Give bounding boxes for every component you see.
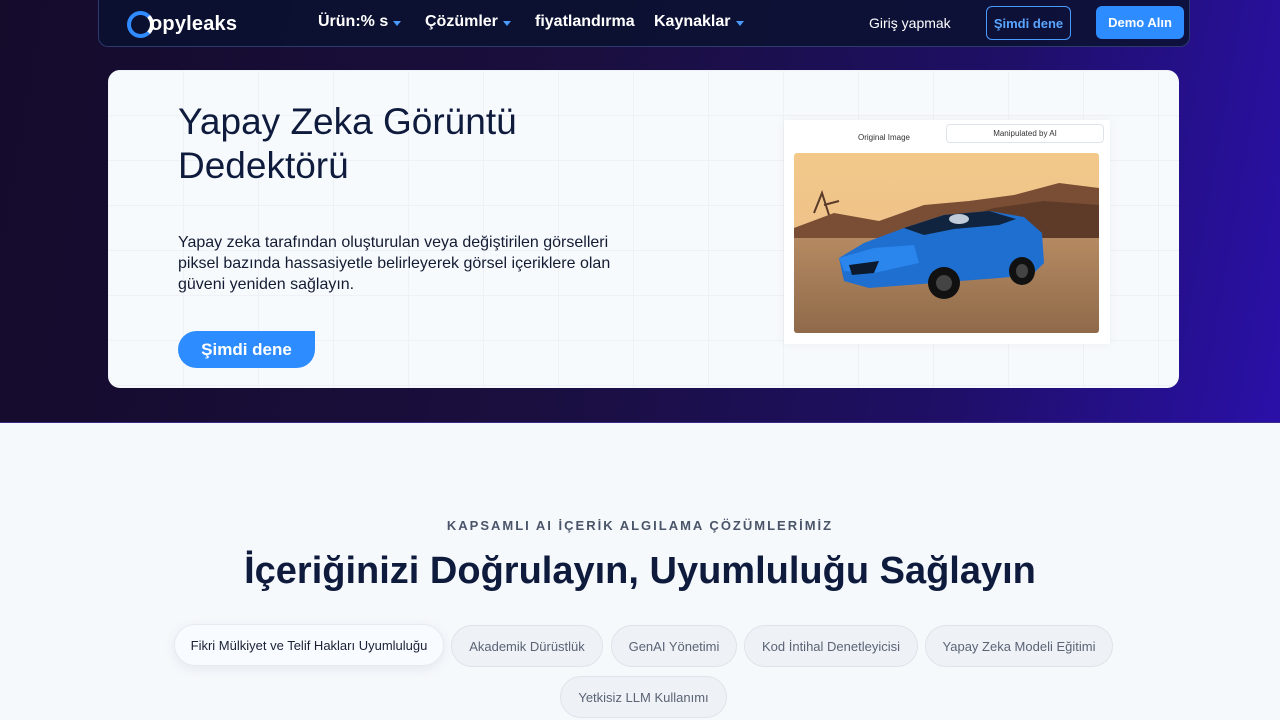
nav-item-pricing[interactable]: fiyatlandırma [535,13,635,31]
solution-pill-ai-model-training[interactable]: Yapay Zeka Modeli Eğitimi [925,625,1113,667]
section-headline: İçeriğinizi Doğrulayın, Uyumluluğu Sağla… [0,550,1280,593]
nav-item-products[interactable]: Ürün:% s [318,13,402,31]
logo-c-icon [127,10,154,38]
tab-manipulated-by-ai[interactable]: Manipulated by AI [946,124,1104,143]
car-photo [794,153,1099,333]
hero-title: Yapay Zeka Görüntü Dedektörü [178,101,517,186]
image-comparison-preview: Original Image Manipulated by AI [784,120,1110,344]
solution-pill-code-plagiarism[interactable]: Kod İntihal Denetleyicisi [744,625,918,667]
nav-item-label: Kaynaklar [654,13,731,30]
hero-description: Yapay zeka tarafından oluşturulan veya d… [178,234,611,293]
top-navbar: opyleaks Ürün:% s Çözümler fiyatlandırma… [98,0,1190,47]
nav-item-solutions[interactable]: Çözümler [425,13,511,31]
logo-text: opyleaks [150,12,238,35]
hero-try-now-button[interactable]: Şimdi dene [178,331,315,368]
chevron-down-icon [502,20,511,26]
nav-item-resources[interactable]: Kaynaklar [654,13,744,31]
nav-item-label: Ürün:% s [318,13,389,30]
car-image-illustration [794,153,1099,333]
try-now-button[interactable]: Şimdi dene [986,6,1071,40]
chevron-down-icon [735,20,744,26]
section-eyebrow: KAPSAMLI AI İÇERİK ALGILAMA ÇÖZÜMLERİMİZ [446,518,834,533]
get-demo-button[interactable]: Demo Alın [1096,6,1184,39]
solution-pill-academic-integrity[interactable]: Akademik Dürüstlük [451,625,603,667]
copyleaks-logo[interactable]: opyleaks [127,9,237,39]
tab-original-image[interactable]: Original Image [809,128,959,147]
solution-pill-genai-governance[interactable]: GenAI Yönetimi [611,625,737,667]
solution-pill-ip-copyright[interactable]: Fikri Mülkiyet ve Telif Hakları Uyumlulu… [174,624,444,666]
hero-card: Yapay Zeka Görüntü Dedektörü Yapay zeka … [108,70,1179,388]
chevron-down-icon [393,20,402,26]
solution-pill-unauthorized-llm[interactable]: Yetkisiz LLM Kullanımı [560,676,727,718]
headline-regular: İçeriğinizi Doğrulayın, [244,550,650,592]
nav-item-label: Çözümler [425,13,498,30]
login-link[interactable]: Giriş yapmak [869,15,951,31]
nav-item-label: fiyatlandırma [535,13,635,30]
headline-bold: Uyumluluğu Sağlayın [649,550,1036,592]
